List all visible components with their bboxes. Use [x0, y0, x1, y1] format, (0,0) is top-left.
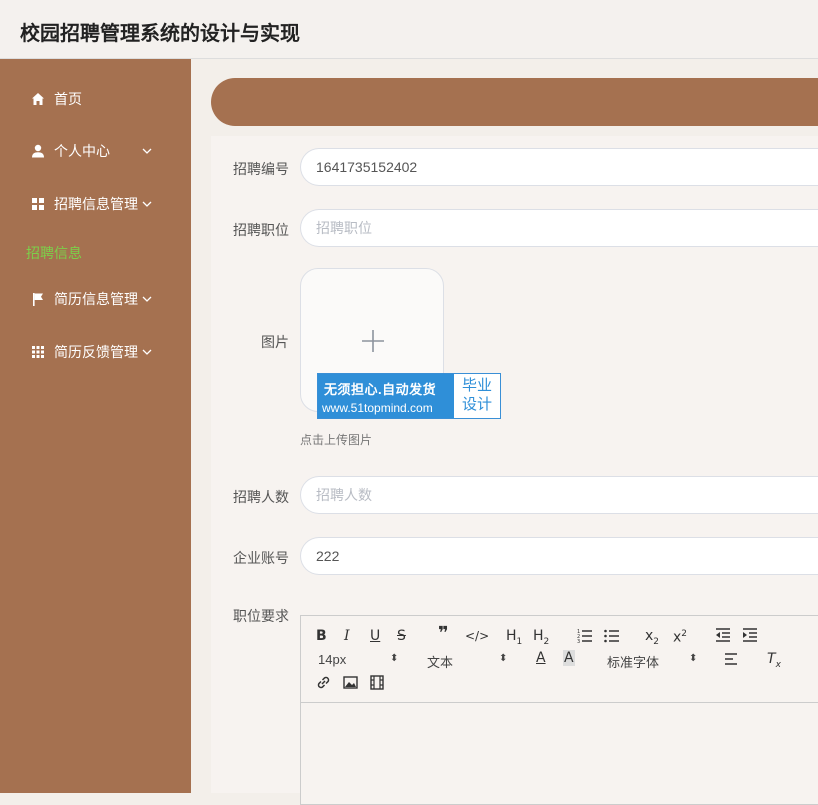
- watermark-left: 无须担心.自动发货 www.51topmind.com: [318, 374, 454, 418]
- text-color-button[interactable]: A: [536, 650, 546, 666]
- watermark-right1: 毕业: [461, 377, 492, 394]
- text-type-value: 文本: [427, 655, 454, 670]
- position-field[interactable]: [300, 209, 818, 247]
- sidebar-item-label: 简历反馈管理: [54, 344, 138, 360]
- ordered-list-icon[interactable]: 123: [577, 628, 593, 643]
- chevron-down-icon: [142, 296, 152, 302]
- watermark-right: 毕业 设计: [456, 376, 498, 414]
- headcount-label: 招聘人数: [233, 489, 289, 505]
- flag-icon: [33, 293, 43, 306]
- indent-icon[interactable]: [742, 628, 758, 642]
- blockquote-button[interactable]: ❞: [438, 625, 449, 643]
- font-family-value: 标准字体: [607, 655, 660, 670]
- company-account-label: 企业账号: [233, 550, 289, 566]
- sidebar-item-personal-center[interactable]: 个人中心: [0, 131, 191, 171]
- app-title: 校园招聘管理系统的设计与实现: [20, 23, 300, 45]
- sidebar-item-recruit-info-management[interactable]: 招聘信息管理: [0, 184, 191, 224]
- sidebar-item-label: 简历信息管理: [54, 291, 138, 307]
- superscript-button[interactable]: x2: [673, 626, 687, 646]
- svg-text:3: 3: [577, 639, 580, 643]
- subscript-button[interactable]: x2: [645, 628, 659, 650]
- watermark-badge: 无须担心.自动发货 www.51topmind.com 毕业 设计: [317, 373, 501, 419]
- upload-hint: 点击上传图片: [300, 433, 373, 447]
- apps-icon: [32, 346, 44, 358]
- sidebar-item-label: 招聘信息管理: [54, 196, 138, 212]
- watermark-line1: 无须担心.自动发货: [324, 382, 437, 397]
- plus-icon: [362, 330, 384, 352]
- rich-text-editor: B I U S ❞ </> H1 H2 123 x2 x2 14px ⬍ 文本 …: [300, 615, 818, 805]
- grid-icon: [32, 198, 44, 210]
- align-icon[interactable]: [724, 653, 738, 666]
- strike-button[interactable]: S: [397, 628, 406, 644]
- recruit-no-field[interactable]: [300, 148, 818, 186]
- link-icon[interactable]: [316, 675, 331, 690]
- font-size-select[interactable]: 14px ⬍: [318, 652, 398, 667]
- select-arrows-icon: ⬍: [390, 653, 399, 664]
- image-label: 图片: [261, 334, 289, 350]
- position-label: 招聘职位: [233, 222, 289, 238]
- underline-button[interactable]: U: [370, 628, 380, 644]
- top-bar: 校园招聘管理系统的设计与实现: [0, 0, 818, 59]
- page-banner: [211, 78, 818, 126]
- text-type-select[interactable]: 文本 ⬍: [427, 652, 507, 671]
- select-arrows-icon: ⬍: [499, 653, 508, 664]
- company-account-field[interactable]: [300, 537, 818, 575]
- outdent-icon[interactable]: [715, 628, 731, 642]
- chevron-down-icon: [142, 148, 152, 154]
- editor-content-area[interactable]: [301, 703, 818, 803]
- sidebar-subitem-recruit-info[interactable]: 招聘信息: [26, 243, 82, 263]
- header1-button[interactable]: H1: [506, 628, 522, 650]
- clear-format-button[interactable]: Tx: [767, 651, 781, 673]
- select-arrows-icon: ⬍: [689, 653, 698, 664]
- sidebar-item-label: 个人中心: [54, 143, 110, 159]
- header2-button[interactable]: H2: [533, 628, 549, 650]
- background-color-button[interactable]: A: [563, 650, 575, 666]
- chevron-down-icon: [142, 349, 152, 355]
- sidebar: 首页 个人中心 招聘信息管理 招聘信息 简历信息管理 简历反馈管理: [0, 59, 191, 793]
- recruit-no-label: 招聘编号: [233, 161, 289, 177]
- user-icon: [32, 144, 44, 158]
- code-block-button[interactable]: </>: [465, 628, 489, 644]
- watermark-line2: www.51topmind.com: [322, 401, 433, 415]
- image-icon[interactable]: [343, 676, 358, 689]
- watermark-right2: 设计: [461, 396, 492, 413]
- sidebar-item-resume-feedback-management[interactable]: 简历反馈管理: [0, 332, 191, 372]
- editor-toolbar: B I U S ❞ </> H1 H2 123 x2 x2 14px ⬍ 文本 …: [301, 616, 818, 703]
- home-icon: [32, 93, 44, 105]
- bullet-list-icon[interactable]: [604, 628, 620, 643]
- font-size-value: 14px: [318, 652, 347, 667]
- chevron-down-icon: [142, 201, 152, 207]
- italic-button[interactable]: I: [344, 628, 350, 644]
- requirements-label: 职位要求: [233, 608, 289, 624]
- sidebar-item-resume-info-management[interactable]: 简历信息管理: [0, 279, 191, 319]
- headcount-field[interactable]: [300, 476, 818, 514]
- sidebar-item-label: 首页: [54, 91, 82, 107]
- sidebar-item-home[interactable]: 首页: [0, 79, 191, 119]
- video-icon[interactable]: [370, 675, 384, 690]
- font-family-select[interactable]: 标准字体 ⬍: [607, 652, 697, 671]
- bold-button[interactable]: B: [316, 628, 327, 644]
